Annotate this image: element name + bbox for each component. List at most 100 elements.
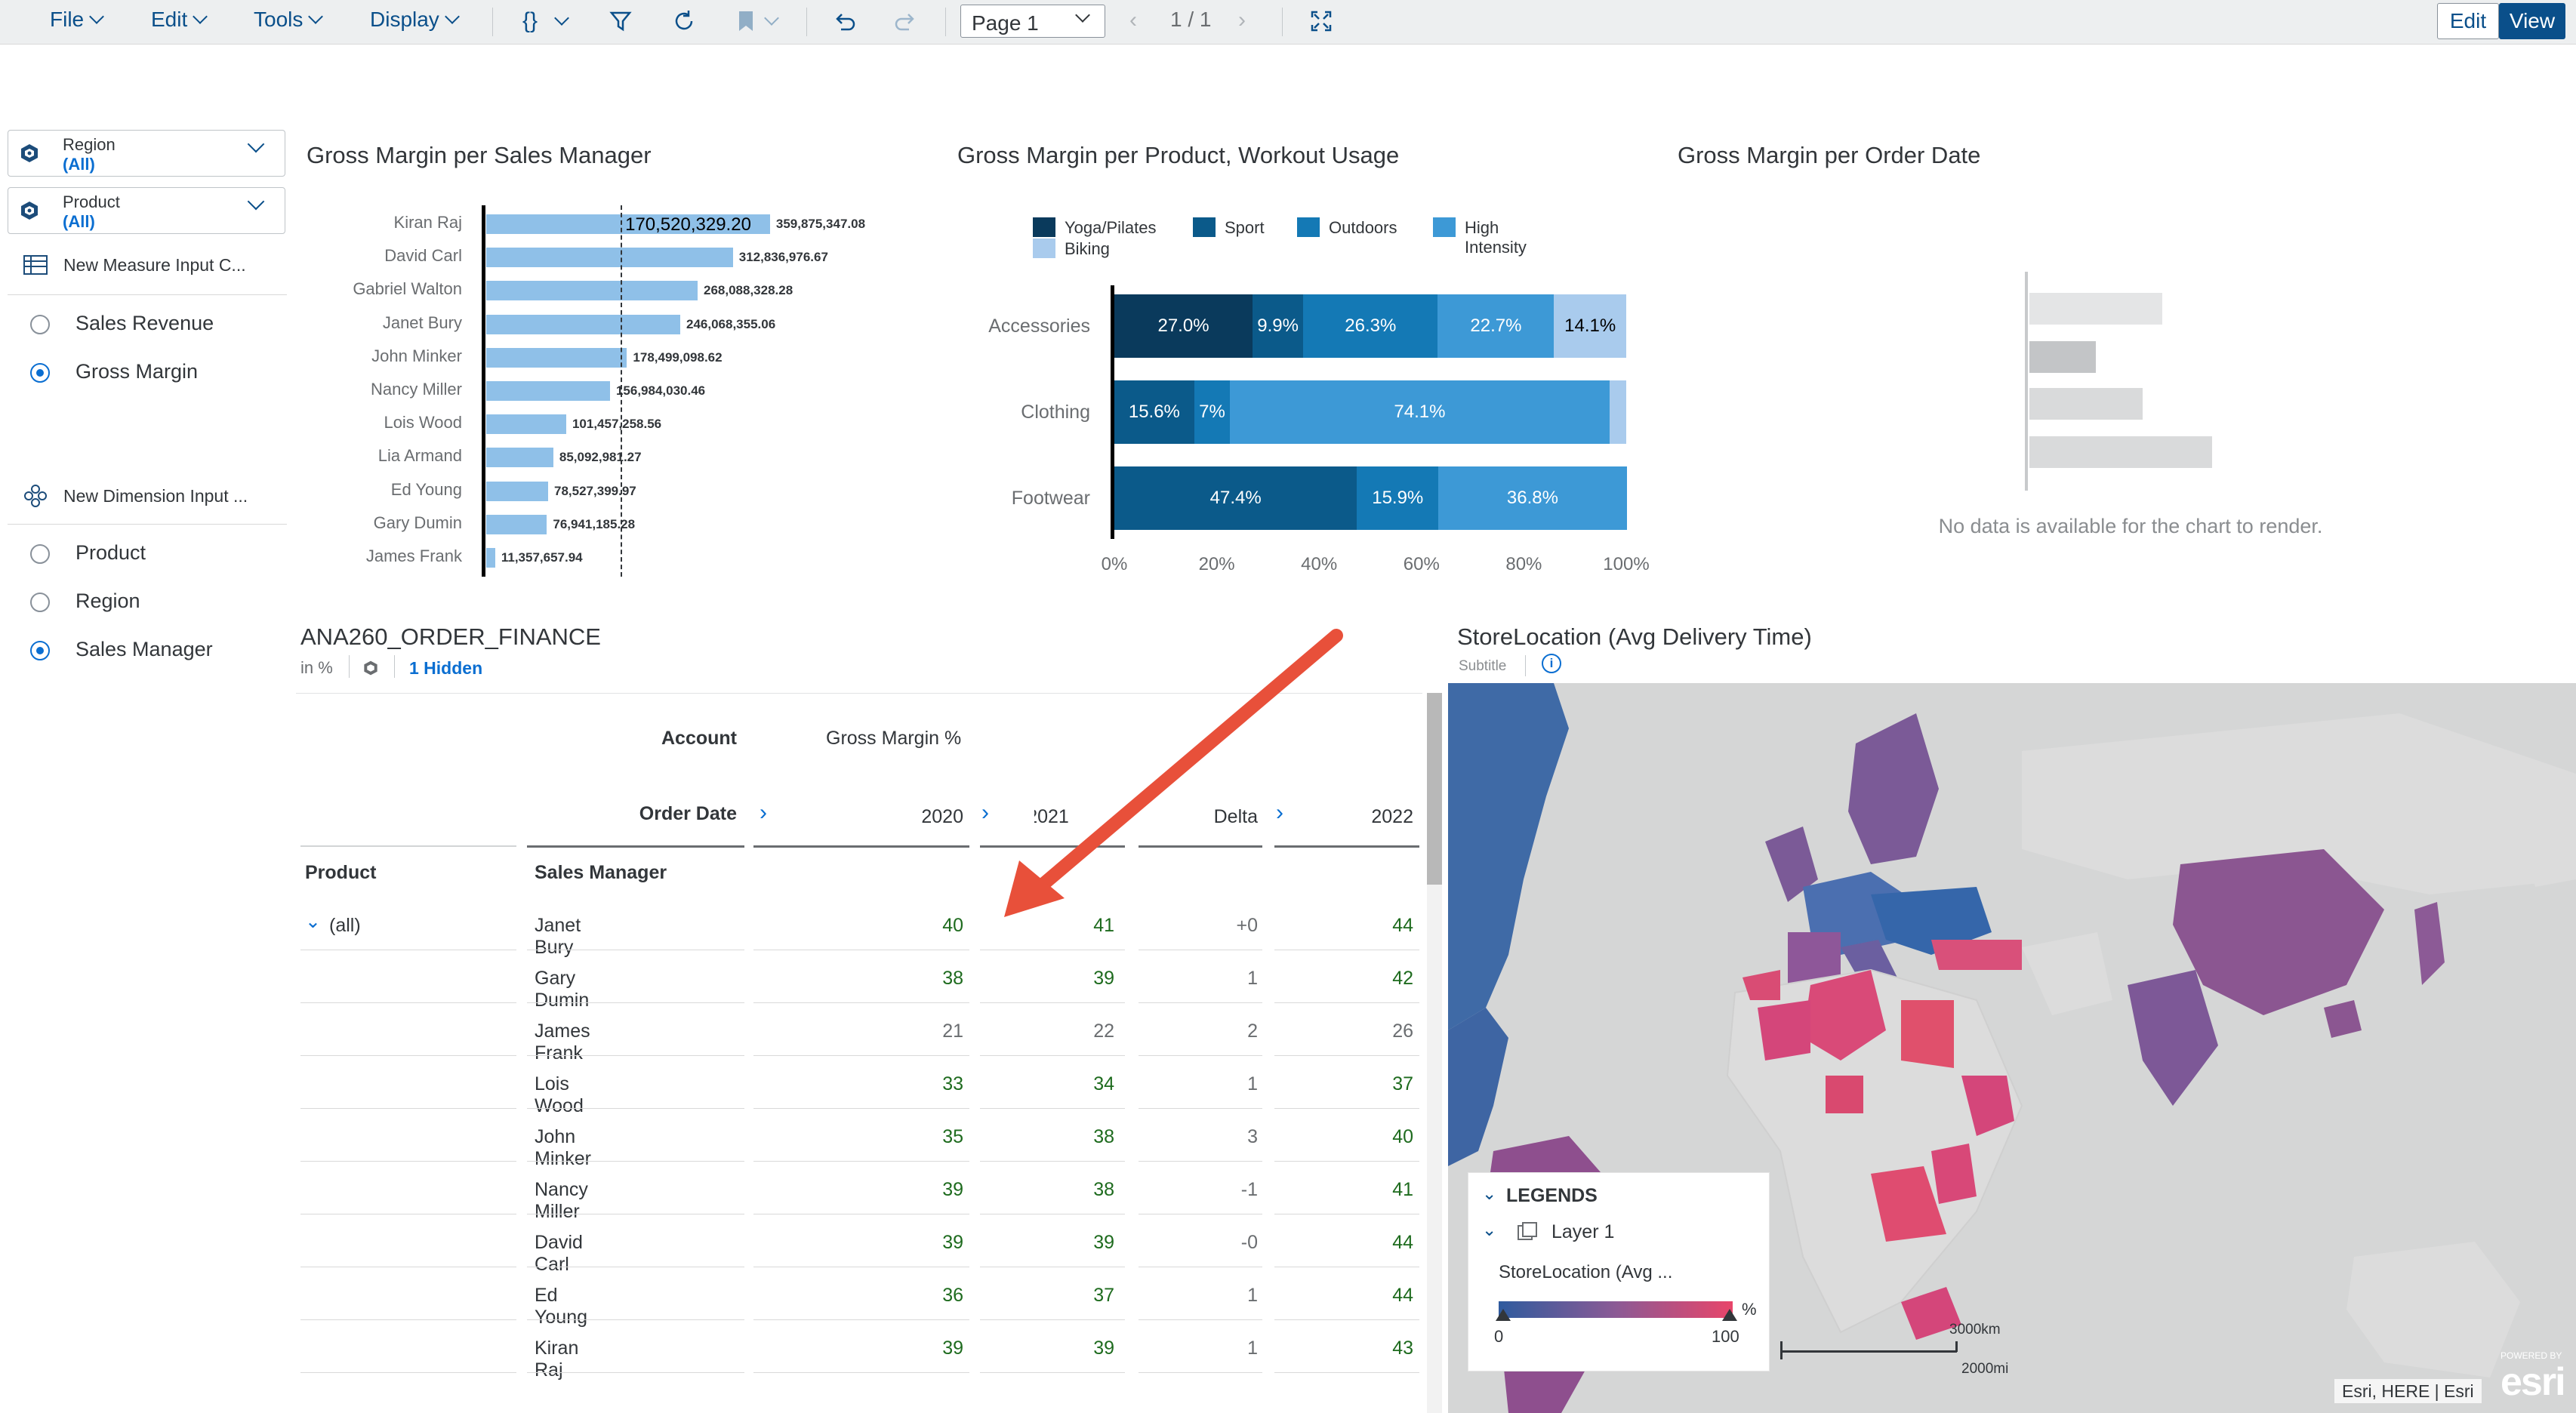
- row-value-2020[interactable]: 33: [830, 1073, 963, 1095]
- prev-page-icon[interactable]: ‹: [1129, 8, 1137, 33]
- row-value-2021[interactable]: 39: [981, 1338, 1114, 1359]
- legend-collapse-icon[interactable]: ⌄: [1482, 1184, 1496, 1204]
- table-scrollbar-thumb[interactable]: [1427, 693, 1442, 885]
- chart2-segment[interactable]: 22.7%: [1437, 294, 1555, 358]
- row-value-delta[interactable]: -0: [1140, 1232, 1258, 1254]
- radio-sales-manager-label[interactable]: Sales Manager: [75, 638, 213, 661]
- row-value-2022[interactable]: 26: [1283, 1020, 1413, 1042]
- row-value-2020[interactable]: 38: [830, 968, 963, 990]
- radio-sales-revenue-label[interactable]: Sales Revenue: [75, 312, 214, 335]
- row-value-2022[interactable]: 40: [1283, 1126, 1413, 1148]
- chart1-bar[interactable]: [486, 481, 549, 501]
- row-value-2022[interactable]: 41: [1283, 1179, 1413, 1201]
- chart1-bar[interactable]: [486, 314, 680, 334]
- chart1-bar[interactable]: [486, 347, 627, 368]
- chart2-segment[interactable]: 74.1%: [1230, 380, 1610, 444]
- chart2-x-tick: 80%: [1505, 554, 1542, 574]
- row-value-delta[interactable]: 1: [1140, 1285, 1258, 1307]
- row-value-2020[interactable]: 36: [830, 1285, 963, 1307]
- formula-dropdown[interactable]: [545, 5, 578, 38]
- row-value-delta[interactable]: 3: [1140, 1126, 1258, 1148]
- row-value-2021[interactable]: 37: [981, 1285, 1114, 1307]
- expand-2020-icon[interactable]: ›: [760, 800, 767, 826]
- chart2-segment[interactable]: 47.4%: [1114, 466, 1357, 530]
- edit-mode-button[interactable]: Edit: [2437, 3, 2499, 39]
- filter-icon[interactable]: [604, 5, 637, 38]
- row-value-2021[interactable]: 39: [981, 1232, 1114, 1254]
- radio-sales-manager[interactable]: [30, 641, 50, 660]
- chart1-bar[interactable]: [486, 381, 610, 401]
- menu-tools[interactable]: Tools: [254, 8, 324, 32]
- view-mode-button[interactable]: View: [2499, 3, 2565, 39]
- col-header-2020[interactable]: 2020: [830, 806, 963, 828]
- row-value-2021[interactable]: 38: [981, 1126, 1114, 1148]
- region-filter[interactable]: Region (All): [8, 130, 285, 177]
- formula-icon[interactable]: {}: [513, 5, 547, 38]
- chart1-bar[interactable]: [486, 281, 698, 301]
- chart2-segment[interactable]: 27.0%: [1114, 294, 1253, 358]
- chart1-bar[interactable]: [486, 414, 566, 435]
- chart1-bar[interactable]: [486, 548, 495, 568]
- bookmark-dropdown[interactable]: [755, 5, 788, 38]
- row-sales-manager: Janet Bury: [535, 915, 581, 958]
- chart2-segment[interactable]: 14.1%: [1554, 294, 1626, 358]
- menu-display[interactable]: Display: [370, 8, 460, 32]
- chart2-segment[interactable]: 15.9%: [1357, 466, 1439, 530]
- map-view[interactable]: ⌄ LEGENDS ⌄ Layer 1 StoreLocation (Avg .…: [1448, 683, 2576, 1413]
- chart2-segment[interactable]: [1609, 380, 1626, 444]
- row-value-2022[interactable]: 37: [1283, 1073, 1413, 1095]
- row-value-2020[interactable]: 39: [830, 1179, 963, 1201]
- menu-edit[interactable]: Edit: [151, 8, 208, 32]
- radio-gross-margin[interactable]: [30, 363, 50, 383]
- fullscreen-icon[interactable]: [1305, 5, 1338, 38]
- chart2-segment[interactable]: 26.3%: [1303, 294, 1438, 358]
- chart2-segment[interactable]: 15.6%: [1114, 380, 1194, 444]
- row-value-2020[interactable]: 39: [830, 1232, 963, 1254]
- radio-gross-margin-label[interactable]: Gross Margin: [75, 360, 198, 383]
- row-value-2021[interactable]: 34: [981, 1073, 1114, 1095]
- next-page-icon[interactable]: ›: [1238, 8, 1246, 33]
- layer-collapse-icon[interactable]: ⌄: [1482, 1220, 1496, 1240]
- undo-icon[interactable]: [827, 5, 861, 38]
- row-value-2021[interactable]: 22: [981, 1020, 1114, 1042]
- page-select[interactable]: Page 1: [960, 5, 1105, 38]
- chart1-bar[interactable]: [486, 248, 733, 268]
- row-value-2020[interactable]: 35: [830, 1126, 963, 1148]
- row-value-delta[interactable]: 1: [1140, 1073, 1258, 1095]
- table-row-divider: [300, 1161, 516, 1162]
- row-value-2021[interactable]: 38: [981, 1179, 1114, 1201]
- row-value-2022[interactable]: 44: [1283, 1285, 1413, 1307]
- row-value-2022[interactable]: 42: [1283, 968, 1413, 990]
- row-value-delta[interactable]: 1: [1140, 968, 1258, 990]
- chart1-bar[interactable]: [486, 514, 547, 534]
- row-value-2021[interactable]: 39: [981, 968, 1114, 990]
- redo-icon[interactable]: [889, 5, 923, 38]
- chart1-bar[interactable]: [486, 448, 553, 468]
- hidden-columns-link[interactable]: 1 Hidden: [409, 658, 482, 679]
- chevron-down-icon: [89, 9, 105, 24]
- row-value-2020[interactable]: 21: [830, 1020, 963, 1042]
- radio-region[interactable]: [30, 593, 50, 612]
- menu-file[interactable]: File: [50, 8, 105, 32]
- info-icon[interactable]: i: [1542, 654, 1561, 673]
- radio-sales-revenue[interactable]: [30, 315, 50, 334]
- chevron-down-icon: [1075, 8, 1090, 23]
- chart2-segment[interactable]: 7%: [1194, 380, 1231, 444]
- product-filter[interactable]: Product (All): [8, 187, 285, 234]
- row-value-2020[interactable]: 40: [830, 915, 963, 937]
- row-value-delta[interactable]: 1: [1140, 1338, 1258, 1359]
- row-value-2020[interactable]: 39: [830, 1338, 963, 1359]
- row-value-delta[interactable]: 2: [1140, 1020, 1258, 1042]
- collapse-all-icon[interactable]: ⌄: [305, 910, 321, 933]
- radio-region-label[interactable]: Region: [75, 590, 140, 613]
- chart2-segment[interactable]: 36.8%: [1438, 466, 1627, 530]
- legend-min-marker: [1496, 1309, 1511, 1321]
- row-value-delta[interactable]: -1: [1140, 1179, 1258, 1201]
- chart2-segment[interactable]: 9.9%: [1253, 294, 1304, 358]
- radio-product-label[interactable]: Product: [75, 541, 146, 565]
- refresh-icon[interactable]: [667, 5, 701, 38]
- row-value-2022[interactable]: 44: [1283, 1232, 1413, 1254]
- all-products-cell[interactable]: (all): [329, 915, 361, 937]
- radio-product[interactable]: [30, 544, 50, 564]
- row-value-2022[interactable]: 43: [1283, 1338, 1413, 1359]
